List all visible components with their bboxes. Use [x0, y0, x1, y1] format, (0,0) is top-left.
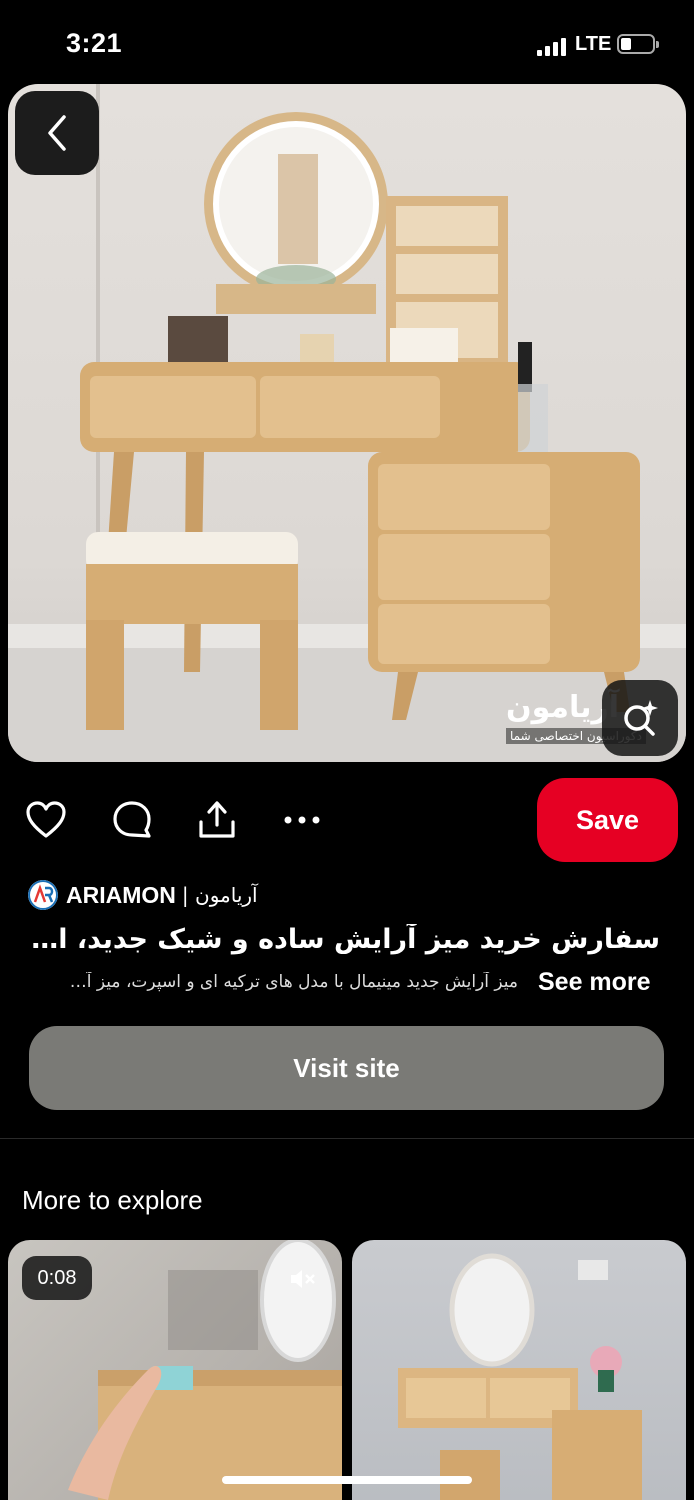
- explore-card-image: [398, 1253, 642, 1500]
- home-indicator[interactable]: [222, 1476, 472, 1484]
- visual-search-button[interactable]: [602, 680, 678, 756]
- divider: [0, 1138, 694, 1139]
- comment-button[interactable]: [110, 798, 154, 842]
- back-button[interactable]: [15, 91, 99, 175]
- save-button[interactable]: Save: [537, 778, 678, 862]
- mute-button[interactable]: [288, 1264, 318, 1294]
- mute-icon: [291, 1270, 315, 1288]
- visit-site-button[interactable]: Visit site: [29, 1026, 664, 1110]
- heart-icon: [26, 801, 66, 838]
- status-time: 3:21: [66, 28, 123, 58]
- ariamon-logo-icon: [28, 880, 58, 910]
- like-button[interactable]: [24, 798, 68, 842]
- battery-icon: [617, 34, 659, 54]
- pin-image[interactable]: [8, 84, 686, 762]
- more-options-button[interactable]: [280, 798, 324, 842]
- video-duration: 0:08: [22, 1256, 92, 1300]
- signal-icon: [537, 36, 569, 56]
- creator-row[interactable]: ARIAMON | آریامون: [28, 878, 258, 912]
- explore-card[interactable]: [352, 1240, 686, 1500]
- avatar: [28, 880, 58, 910]
- see-more-link[interactable]: See more: [538, 968, 651, 997]
- back-icon: [48, 115, 66, 151]
- more-to-explore-heading: More to explore: [22, 1185, 203, 1215]
- creator-name: ARIAMON: [66, 881, 176, 908]
- comment-icon: [113, 801, 151, 838]
- vanity-illustration: [8, 84, 686, 762]
- pin-title: سفارش خرید میز آرایش ساده و شیک جدید، اس…: [20, 924, 660, 955]
- creator-name-fa: | آریامون: [181, 883, 258, 907]
- more-icon: [284, 816, 320, 824]
- share-button[interactable]: [195, 798, 239, 842]
- visual-search-icon: [624, 700, 658, 736]
- status-bar: 3:21 LTE: [0, 0, 694, 84]
- network-label: LTE: [575, 33, 612, 55]
- share-icon: [199, 801, 235, 838]
- pin-description: میز آرایش جدید مینیمال با مدل های ترکیه …: [69, 972, 518, 992]
- action-bar: Save: [0, 776, 694, 864]
